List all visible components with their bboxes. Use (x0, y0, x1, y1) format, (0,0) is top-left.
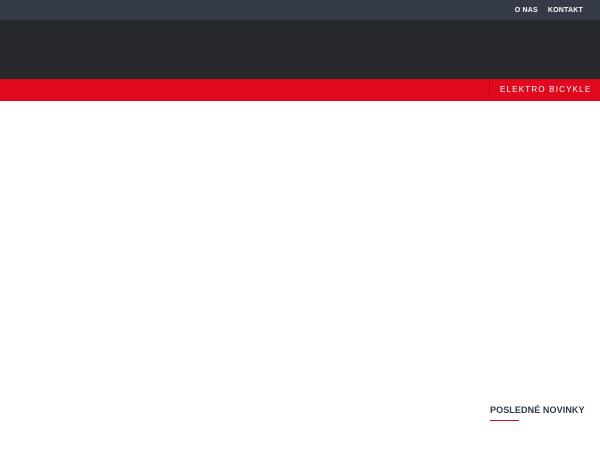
main-nav-divider (489, 83, 490, 97)
site-header (0, 20, 600, 79)
main-nav-item-electro-bicycles[interactable]: ELEKTRO BICYKLE (500, 79, 591, 101)
top-nav-about-link[interactable]: O NAS (515, 7, 538, 14)
top-nav-contact-link[interactable]: KONTAKT (548, 7, 583, 14)
latest-news-underline (490, 420, 519, 421)
latest-news-heading: POSLEDNÉ NOVINKY (490, 405, 585, 415)
top-bar: O NAS KONTAKT (0, 0, 600, 20)
top-nav: O NAS KONTAKT (515, 0, 583, 20)
main-nav-bar: ELEKTRO BICYKLE (0, 79, 600, 101)
page: O NAS KONTAKT ELEKTRO BICYKLE POSLEDNÉ N… (0, 0, 600, 450)
